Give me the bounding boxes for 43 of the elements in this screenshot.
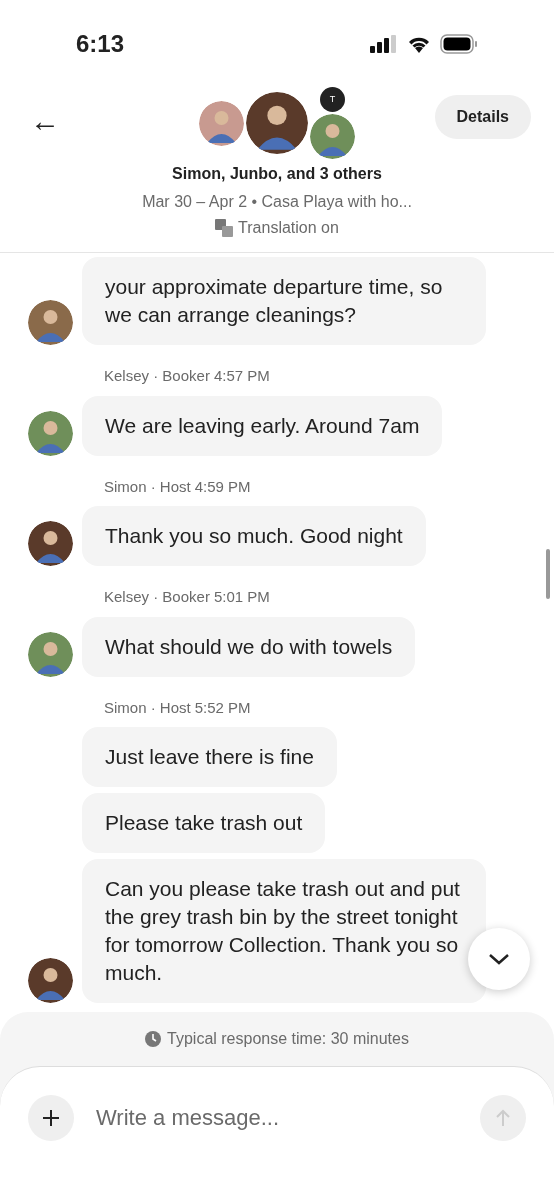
message-time: 5:52 PM [194,697,251,718]
avatar [28,631,73,677]
message-bubble: Just leave there is fine [82,727,337,787]
message-bubble: What should we do with towels [82,616,416,677]
response-time: Typical response time: 30 minutes [167,1029,409,1049]
status-time: 6:13 [76,29,125,59]
avatar [28,300,73,345]
sender-label: Simon · Host [104,697,191,718]
send-button[interactable] [480,1095,526,1141]
scrollbar [546,549,550,599]
message-bubble: Thank you so much. Good night [82,506,426,566]
trip-subtitle: Mar 30 – Apr 2 • Casa Playa with ho... [142,192,412,212]
sender-label: Kelsey · Booker [104,366,210,386]
clock-icon [145,1031,162,1047]
message-bubble: your approximate departure time, so we can arrange cleanings? [82,257,486,345]
message-time: 4:59 PM [194,476,251,497]
add-button[interactable] [28,1095,74,1141]
translate-icon [215,219,234,237]
arrow-up-icon [495,1109,511,1127]
back-button[interactable]: ← [30,106,60,136]
message-time: 5:01 PM [213,587,270,607]
wifi-icon [407,35,431,53]
avatar [28,958,73,1003]
message-bubble: We are leaving early. Around 7am [82,395,443,456]
message-time: 4:57 PM [213,366,270,386]
conversation-title: Simon, Junbo, and 3 others [172,164,382,184]
chevron-down-icon [488,953,510,965]
details-button[interactable]: Details [434,95,531,139]
message-bubble: Can you please take trash out and put the grey trash bin by the street tonight for tomorrow Collection. Thank you so much. [82,859,486,1003]
signal-icon [370,35,398,53]
translation-status: Translation on [238,218,339,238]
avatar [28,521,73,566]
avatar [199,100,244,146]
plus-icon [42,1109,60,1127]
avatar-initial: T [320,87,345,112]
sender-label: Kelsey · Booker [104,587,210,607]
message-bubble: Please take trash out [82,793,326,853]
sender-label: Simon · Host [104,476,191,497]
avatar [28,410,73,456]
avatar [310,114,355,159]
avatar [246,92,308,154]
battery-icon [440,34,478,54]
scroll-down-button[interactable] [468,928,530,990]
